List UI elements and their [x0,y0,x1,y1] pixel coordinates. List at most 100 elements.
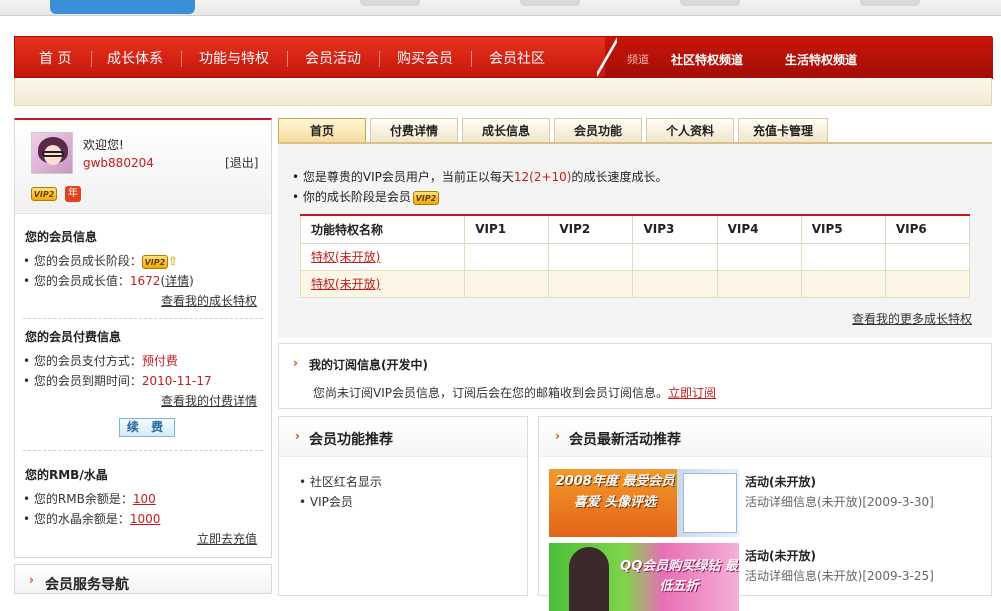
nav-home[interactable]: 首 页 [39,37,71,79]
logout-link[interactable]: 退出 [230,156,254,170]
vip-badge: VIP2 [412,190,439,205]
recharge-link[interactable]: 立即去充值 [197,530,257,547]
vip-badge: VIP2 [141,254,168,269]
growth-value: 1672 [129,274,161,288]
table-header: VIP4 [716,214,802,244]
growth-panel: • 您是尊贵的VIP会员用户，当前正以每天12(2+10)的成长速度成长。 • … [278,142,992,338]
nav-separator [379,51,380,67]
nav-buy-membership[interactable]: 购买会员 [397,37,453,79]
activity-banner-image[interactable]: QQ会员购买绿钻 最低五折 [549,543,739,611]
life-privilege-channel-link[interactable]: 生活特权频道 [785,37,857,79]
community-privilege-channel-link[interactable]: 社区特权频道 [671,37,743,79]
payment-info-section: 您的会员付费信息 • 您的会员支付方式：预付费 • 您的会员到期时间：2010-… [15,320,271,456]
browser-tab[interactable] [860,0,920,6]
balance-section: 您的RMB/水晶 • 您的RMB余额是：100 • 您的水晶余额是：1000 立… [15,452,271,552]
privilege-link[interactable]: 特权(未开放) [311,277,380,291]
tab-member-functions[interactable]: 会员功能 [554,118,642,142]
banner-text: 2008年度 最受会员喜爱 头像评选 [555,474,675,510]
more-growth-privileges-link[interactable]: 查看我的更多成长特权 [852,310,972,327]
nav-growth-system[interactable]: 成长体系 [107,37,163,79]
browser-tab[interactable] [360,0,420,6]
divider [23,450,263,451]
feature-recommend-panel: › 会员功能推荐 • 社区红名显示 • VIP会员 [278,416,528,596]
service-nav-panel: › 会员服务导航 [14,564,272,594]
subscribe-now-link[interactable]: 立即订阅 [668,386,716,400]
welcome-panel: 欢迎您! gwb880204 [退出] VIP2 年 [15,120,271,214]
nav-member-community[interactable]: 会员社区 [489,37,545,79]
qq-window-graphic [683,473,737,533]
table-header: 功能特权名称 [299,214,466,244]
tab-growth-info[interactable]: 成长信息 [462,118,550,142]
subscription-desc: 您尚未订阅VIP会员信息，订阅后会在您的邮箱收到会员订阅信息。立即订阅 [313,386,717,400]
nav-separator [471,51,472,67]
tab-personal-info[interactable]: 个人资料 [646,118,734,142]
view-growth-privileges-link[interactable]: 查看我的成长特权 [161,292,257,309]
avatar[interactable] [31,132,73,174]
crystal-row: • 您的水晶余额是：1000 [23,512,161,526]
growth-detail-link[interactable]: 详情 [165,274,189,288]
rmb-value[interactable]: 100 [133,492,156,506]
growth-speed-text: • 您是尊贵的VIP会员用户，当前正以每天12(2+10)的成长速度成长。 [292,170,668,184]
nav-separator [181,51,182,67]
subscription-panel: › 我的订阅信息(开发中) 您尚未订阅VIP会员信息，订阅后会在您的邮箱收到会员… [278,343,992,409]
browser-tab[interactable] [520,0,580,6]
member-info-heading: 您的会员信息 [25,230,98,244]
activity-banner-image[interactable]: 2008年度 最受会员喜爱 头像评选 [549,469,739,537]
table-header: VIP6 [884,214,971,244]
model-figure [569,547,609,611]
crystal-value[interactable]: 1000 [130,512,161,526]
table-row: 特权(未开放) [299,269,971,298]
privilege-table: 功能特权名称 VIP1 VIP2 VIP3 VIP4 VIP5 VIP6 特权(… [299,214,971,298]
balance-heading: 您的RMB/水晶 [25,468,108,482]
nav-separator [287,51,288,67]
arrow-icon: › [293,356,298,370]
nav-features-privileges[interactable]: 功能与特权 [199,37,269,79]
username: gwb880204 [83,156,154,170]
subscription-title: 我的订阅信息(开发中) [309,358,428,372]
table-row: 特权(未开放) [299,242,971,271]
activity-desc: 活动详细信息(未开放)[2009-3-30] [745,495,934,509]
nav-divider-slash [597,37,617,79]
browser-tab[interactable] [680,0,740,6]
vip-badge: VIP2 [31,187,57,201]
nav-separator [91,51,92,67]
left-sidebar: 欢迎您! gwb880204 [退出] VIP2 年 您的会员信息 • 您的会员… [14,118,272,558]
nav-subbar [14,78,992,106]
payment-method-value: 预付费 [141,354,178,368]
main-navigation: 首 页 成长体系 功能与特权 会员活动 购买会员 会员社区 频道 社区特权频道 … [14,36,993,79]
view-payment-details-link[interactable]: 查看我的付费详情 [161,392,257,409]
feature-item-vip[interactable]: • VIP会员 [299,493,353,510]
payment-method-row: • 您的会员支付方式：预付费 [23,354,178,368]
activity-recommend-title: 会员最新活动推荐 [569,432,681,448]
arrow-icon: › [29,573,34,587]
logout-wrapper: [退出] [225,156,259,170]
growth-speed-value: 12(2+10) [513,170,572,184]
arrow-icon: › [295,429,300,443]
badges: VIP2 年 [31,186,81,202]
expire-value: 2010-11-17 [141,374,212,388]
channel-label: 频道 [627,53,649,66]
activity-title[interactable]: 活动(未开放) [745,473,816,490]
member-info-section: 您的会员信息 • 您的会员成长阶段： VIP2 ⇧ • 您的会员成长值：1672(详… [15,214,271,316]
tab-bar: 首页 付费详情 成长信息 会员功能 个人资料 充值卡管理 [278,118,992,142]
tab-home[interactable]: 首页 [278,118,366,142]
nav-member-activities[interactable]: 会员活动 [305,37,361,79]
tab-card-management[interactable]: 充值卡管理 [738,118,828,142]
renew-button[interactable]: 续 费 [119,418,175,437]
year-badge: 年 [64,186,81,202]
up-arrow-icon: ⇧ [167,254,178,268]
table-header-row: 功能特权名称 VIP1 VIP2 VIP3 VIP4 VIP5 VIP6 [299,214,971,244]
activity-title[interactable]: 活动(未开放) [745,547,816,564]
activity-desc: 活动详细信息(未开放)[2009-3-25] [745,569,934,583]
banner-text: QQ会员购买绿钻 最低五折 [620,559,738,594]
privilege-link[interactable]: 特权(未开放) [311,250,380,264]
feature-item-red-name[interactable]: • 社区红名显示 [299,473,382,490]
site-logo[interactable] [50,0,195,14]
browser-tab-strip [0,0,1001,16]
growth-stage-text: • 你的成长阶段是会员 VIP2 [292,188,439,205]
tab-payment-details[interactable]: 付费详情 [370,118,458,142]
table-header: VIP3 [632,214,718,244]
welcome-text: 欢迎您! [83,138,124,152]
table-header: VIP1 [464,214,550,244]
service-nav-title: 会员服务导航 [45,577,129,593]
